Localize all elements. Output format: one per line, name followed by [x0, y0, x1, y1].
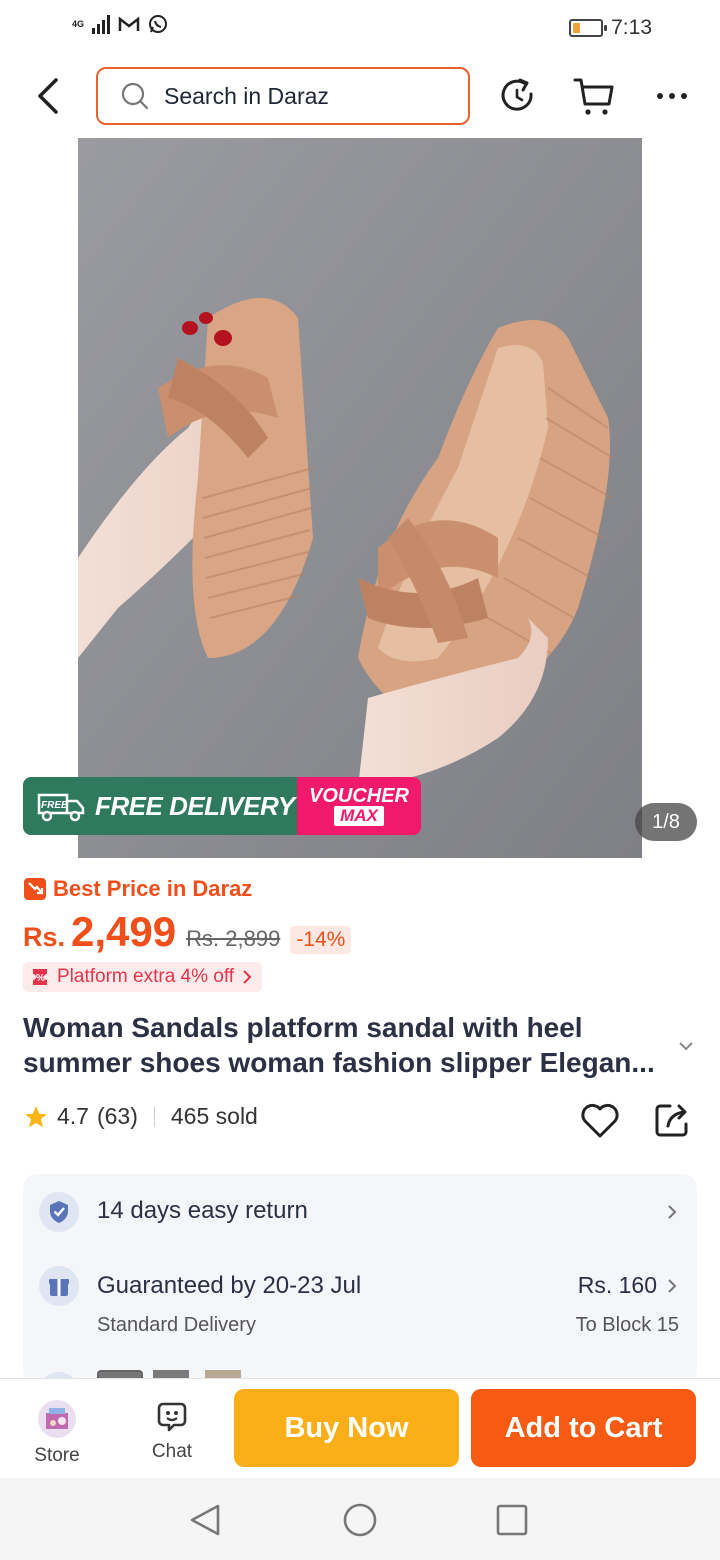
status-right: 7:13: [569, 16, 652, 40]
free-badge: FREE: [41, 800, 68, 811]
free-delivery-banner: FREE FREE DELIVERY VOUCHER MAX: [23, 777, 421, 835]
current-price: 2,499: [71, 908, 177, 955]
chevron-down-icon[interactable]: [676, 1036, 696, 1056]
return-policy-row[interactable]: 14 days easy return: [39, 1192, 681, 1232]
bottom-action-bar: Store Chat Buy Now Add to Cart: [0, 1378, 720, 1478]
chevron-right-icon: [243, 970, 252, 984]
price-row: Rs. 2,499 Rs. 2,899 -14%: [23, 908, 352, 956]
voucher-line1: VOUCHER: [308, 785, 409, 807]
return-policy-text: 14 days easy return: [97, 1197, 308, 1224]
gmail-icon: [118, 16, 140, 31]
platform-offer-text: Platform extra 4% off: [57, 966, 235, 987]
nav-back-icon[interactable]: [186, 1500, 226, 1540]
system-nav-bar: [0, 1478, 720, 1560]
divider: [153, 1106, 155, 1127]
search-icon: [121, 82, 149, 110]
share-icon[interactable]: [652, 1100, 692, 1140]
history-icon[interactable]: [496, 74, 540, 118]
image-counter: 1/8: [635, 803, 697, 841]
chevron-right-icon: [668, 1205, 677, 1219]
cart-icon[interactable]: [572, 74, 616, 118]
free-delivery-section: FREE FREE DELIVERY: [23, 777, 297, 835]
product-image[interactable]: [78, 138, 642, 858]
buy-now-button[interactable]: Buy Now: [234, 1389, 459, 1467]
best-price-tag: Best Price in Daraz: [23, 876, 252, 902]
voucher-max-badge: VOUCHER MAX: [297, 777, 421, 835]
free-delivery-text: FREE DELIVERY: [95, 790, 295, 821]
discount-badge: -14%: [290, 926, 352, 954]
product-title: Woman Sandals platform sandal with heel …: [23, 1012, 655, 1078]
chat-label: Chat: [151, 1441, 193, 1462]
more-options-icon[interactable]: [652, 74, 696, 118]
original-price: Rs. 2,899: [186, 926, 281, 951]
delivery-fee: Rs. 160: [577, 1272, 657, 1298]
clock: 7:13: [611, 16, 652, 39]
add-to-cart-button[interactable]: Add to Cart: [471, 1389, 696, 1467]
store-button[interactable]: Store: [17, 1399, 97, 1467]
price-currency: Rs.: [23, 922, 66, 952]
whatsapp-icon: [149, 15, 168, 33]
best-price-label: Best Price in Daraz: [53, 876, 253, 901]
chat-icon: [157, 1402, 187, 1432]
delivery-type: Standard Delivery: [97, 1314, 256, 1336]
battery-icon: [569, 19, 608, 37]
trend-down-icon: [24, 878, 46, 900]
top-header: Search in Daraz: [0, 62, 720, 130]
star-icon: [25, 1105, 47, 1127]
nav-recents-icon[interactable]: [492, 1500, 532, 1540]
status-bar: 4G 7:13: [0, 0, 720, 56]
delivery-row[interactable]: Guaranteed by 20-23 Jul Standard Deliver…: [39, 1266, 681, 1346]
chat-button[interactable]: Chat: [132, 1399, 212, 1463]
nav-home-icon[interactable]: [340, 1500, 380, 1540]
search-input[interactable]: Search in Daraz: [96, 67, 470, 125]
delivery-date: Guaranteed by 20-23 Jul: [97, 1272, 362, 1299]
network-type: 4G: [72, 18, 85, 29]
store-label: Store: [34, 1445, 80, 1466]
shield-icon: [39, 1192, 79, 1232]
coupon-icon: %: [33, 969, 47, 985]
search-placeholder: Search in Daraz: [164, 82, 329, 109]
delivery-truck-icon: FREE: [37, 793, 85, 822]
rating-value: 4.7: [57, 1103, 89, 1129]
status-left: 4G: [72, 14, 168, 34]
rating-row[interactable]: 4.7 (63) 465 sold: [23, 1103, 258, 1130]
delivery-location: To Block 15: [575, 1314, 679, 1336]
sold-count: 465 sold: [170, 1103, 258, 1129]
gift-box-icon: [39, 1266, 79, 1306]
svg-text:%: %: [36, 973, 45, 984]
chevron-right-icon: [668, 1279, 677, 1293]
platform-offer-chip[interactable]: % Platform extra 4% off: [23, 962, 263, 992]
heart-icon[interactable]: [578, 1098, 622, 1142]
back-arrow-icon[interactable]: [30, 74, 70, 118]
voucher-line2: MAX: [334, 806, 384, 826]
review-count: (63): [96, 1103, 138, 1129]
signal-icon: [92, 14, 111, 34]
product-photo: [78, 138, 642, 858]
store-avatar-icon: [38, 1400, 76, 1438]
service-card: 14 days easy return Guaranteed by 20-23 …: [23, 1174, 697, 1384]
